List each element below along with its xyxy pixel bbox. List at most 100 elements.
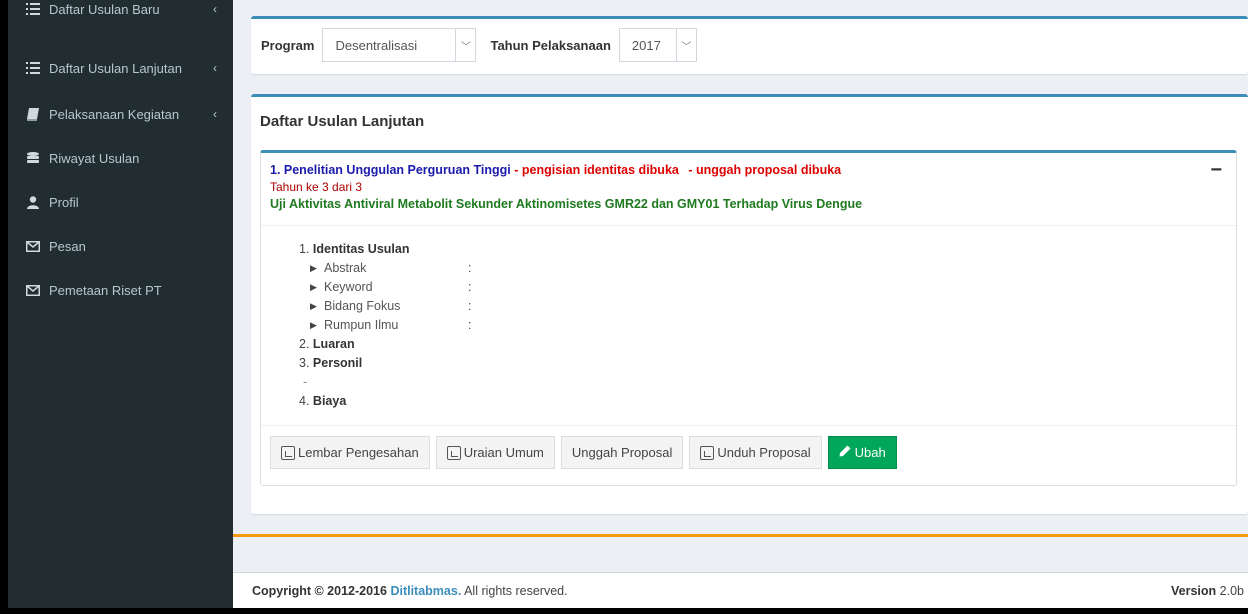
program-select-value: Desentralisasi xyxy=(335,37,418,53)
copyright: Copyright © 2012-2016 Ditlitabmas. All r… xyxy=(252,584,568,598)
copyright-text: Copyright © 2012-2016 xyxy=(252,583,391,598)
window-border-left xyxy=(0,0,8,614)
chevron-left-icon: ‹ xyxy=(213,61,217,75)
list-icon xyxy=(25,61,41,75)
usulan-box: Daftar Usulan Lanjutan 1. Penelitian Ung… xyxy=(251,94,1248,514)
section-luaran: 2. Luaran xyxy=(299,335,1236,354)
sidebar-item-profil[interactable]: Profil xyxy=(8,180,233,224)
rights-text: All rights reserved. xyxy=(461,583,568,598)
sidebar-item-label: Riwayat Usulan xyxy=(49,150,140,166)
field-separator: : xyxy=(468,280,472,294)
section-number: 4. xyxy=(299,394,310,408)
main-content: Program Desentralisasi ﹀ Tahun Pelaksana… xyxy=(233,0,1248,608)
field-label: Bidang Fokus xyxy=(324,299,401,313)
field-label: Rumpun Ilmu xyxy=(324,318,399,332)
sidebar-item-label: Pemetaan Riset PT xyxy=(49,282,162,298)
tahun-select-value: 2017 xyxy=(631,37,661,53)
field-abstrak: ▶ Abstrak : xyxy=(299,259,1236,278)
lembar-pengesahan-button[interactable]: Lembar Pengesahan xyxy=(270,436,430,469)
button-label: Lembar Pengesahan xyxy=(298,445,419,460)
sidebar-item-riwayat-usulan[interactable]: Riwayat Usulan xyxy=(8,136,233,180)
field-separator: : xyxy=(468,261,472,275)
section-identitas: 1. Identitas Usulan xyxy=(299,240,1236,259)
field-bidang-fokus: ▶ Bidang Fokus : xyxy=(299,297,1236,316)
envelope-icon xyxy=(25,283,41,297)
uraian-umum-button[interactable]: Uraian Umum xyxy=(435,436,555,469)
judul-usulan: Uji Aktivitas Antiviral Metabolit Sekund… xyxy=(270,197,863,211)
program-label: Program xyxy=(261,37,315,53)
status-proposal: - unggah proposal dibuka xyxy=(684,163,842,177)
caret-right-icon: ▶ xyxy=(310,320,317,330)
divider xyxy=(233,534,1248,537)
section-personil: 3. Personil xyxy=(299,354,1236,373)
caret-right-icon: ▶ xyxy=(310,301,317,311)
field-label: Keyword xyxy=(324,280,373,294)
footer: Copyright © 2012-2016 Ditlitabmas. All r… xyxy=(233,572,1248,608)
section-number: 2. xyxy=(299,337,310,351)
section-title: Luaran xyxy=(312,337,355,351)
filter-box: Program Desentralisasi ﹀ Tahun Pelaksana… xyxy=(251,16,1248,74)
sidebar-item-pemetaan-riset-pt[interactable]: Pemetaan Riset PT xyxy=(8,268,233,312)
file-pdf-icon xyxy=(281,445,295,460)
usulan-heading: 1. Penelitian Unggulan Perguruan Tinggi xyxy=(270,163,511,177)
section-number: 3. xyxy=(299,356,310,370)
action-bar: Lembar Pengesahan Uraian Umum Unggah Pro… xyxy=(261,426,1236,469)
file-pdf-icon xyxy=(446,445,461,460)
caret-right-icon: ▶ xyxy=(310,282,317,292)
chevron-down-icon: ﹀ xyxy=(455,29,475,61)
file-pdf-icon xyxy=(700,445,715,460)
user-icon xyxy=(25,195,41,209)
caret-right-icon: ▶ xyxy=(310,263,317,273)
section-number: 1. xyxy=(299,242,310,256)
sidebar-item-label: Pelaksanaan Kegiatan xyxy=(49,106,180,122)
button-label: Ubah xyxy=(854,445,886,460)
field-label: Abstrak xyxy=(324,261,367,275)
chevron-down-icon: ﹀ xyxy=(675,29,696,61)
book-icon xyxy=(25,107,41,121)
sidebar-item-label: Profil xyxy=(49,194,79,210)
button-label: Unduh Proposal xyxy=(717,445,811,460)
window-border-bottom xyxy=(0,608,1248,614)
sidebar-item-label: Pesan xyxy=(49,238,86,254)
field-separator: : xyxy=(468,299,472,313)
section-title: Personil xyxy=(312,356,363,370)
version: Version 2.0b xyxy=(1171,584,1244,598)
field-rumpun-ilmu: ▶ Rumpun Ilmu : xyxy=(299,316,1236,335)
pencil-icon xyxy=(839,445,851,460)
version-value: 2.0b xyxy=(1219,583,1244,598)
button-label: Uraian Umum xyxy=(463,445,544,460)
tahun-label: Tahun Pelaksanaan xyxy=(490,37,611,53)
sidebar-item-pesan[interactable]: Pesan xyxy=(8,224,233,268)
list-icon xyxy=(25,2,41,16)
chevron-left-icon: ‹ xyxy=(213,2,217,16)
unduh-proposal-button[interactable]: Unduh Proposal xyxy=(689,436,822,469)
tahun-ke: Tahun ke 3 dari 3 xyxy=(270,180,363,194)
personil-value: - xyxy=(303,375,308,389)
collapse-button[interactable]: − xyxy=(1210,159,1222,182)
usulan-panel-body: 1. Identitas Usulan ▶ Abstrak : ▶ Keywor… xyxy=(261,226,1236,426)
sidebar-item-label: Daftar Usulan Lanjutan xyxy=(49,60,182,76)
ditlitabmas-link[interactable]: Ditlitabmas. xyxy=(390,584,461,598)
field-separator: : xyxy=(468,318,472,332)
version-label: Version xyxy=(1171,583,1217,598)
unggah-proposal-button[interactable]: Unggah Proposal xyxy=(560,436,684,469)
envelope-icon xyxy=(25,239,41,253)
status-identitas: - pengisian identitas dibuka xyxy=(510,163,679,177)
sidebar-item-label: Daftar Usulan Baru xyxy=(49,2,160,17)
database-icon xyxy=(25,151,41,165)
section-biaya: 4. Biaya xyxy=(299,392,1236,411)
usulan-panel: 1. Penelitian Unggulan Perguruan Tinggi … xyxy=(260,150,1237,486)
sidebar-item-daftar-usulan-lanjutan[interactable]: Daftar Usulan Lanjutan ‹ xyxy=(8,44,233,92)
tahun-select[interactable]: 2017 ﹀ xyxy=(618,28,697,62)
section-title: Identitas Usulan xyxy=(312,242,410,256)
button-label: Unggah Proposal xyxy=(571,445,673,460)
page-title: Daftar Usulan Lanjutan xyxy=(260,113,425,130)
chevron-left-icon: ‹ xyxy=(213,107,217,121)
program-select[interactable]: Desentralisasi ﹀ xyxy=(322,28,477,62)
sidebar-item-pelaksanaan-kegiatan[interactable]: Pelaksanaan Kegiatan ‹ xyxy=(8,92,233,136)
section-title: Biaya xyxy=(312,394,347,408)
field-keyword: ▶ Keyword : xyxy=(299,278,1236,297)
sidebar: Daftar Usulan Baru ‹ Daftar Usulan Lanju… xyxy=(8,0,233,608)
sidebar-item-daftar-usulan-baru[interactable]: Daftar Usulan Baru ‹ xyxy=(8,0,233,22)
ubah-button[interactable]: Ubah xyxy=(827,436,897,469)
